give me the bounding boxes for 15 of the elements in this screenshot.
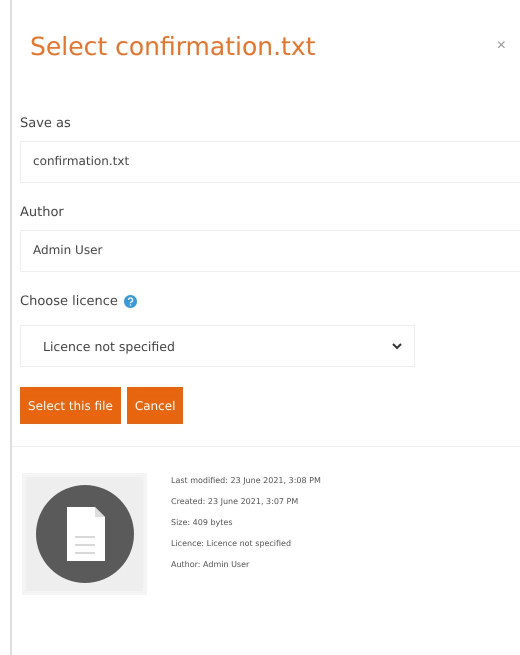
field-label: Choose licence bbox=[20, 294, 118, 309]
file-detail: Created: 23 June 2021, 3:07 PM bbox=[171, 497, 300, 506]
licence-dropdown[interactable]: Licence not specified bbox=[20, 325, 415, 367]
file-detail: Size: 409 bytes bbox=[171, 518, 234, 527]
help-icon[interactable] bbox=[124, 295, 137, 308]
field-label: Save as bbox=[20, 116, 71, 131]
field-label: Author bbox=[20, 205, 64, 220]
file-detail: Licence: Licence not specified bbox=[171, 539, 292, 548]
dialog-title: Select confirmation.txt bbox=[30, 32, 316, 60]
input-field[interactable]: confirmation.txt bbox=[20, 141, 520, 183]
document-icon bbox=[36, 485, 134, 583]
file-detail: Author: Admin User bbox=[171, 560, 250, 569]
input-field[interactable]: Admin User bbox=[20, 230, 520, 272]
file-detail: Last modified: 23 June 2021, 3:08 PM bbox=[171, 476, 321, 485]
chevron-down-icon bbox=[392, 342, 402, 350]
